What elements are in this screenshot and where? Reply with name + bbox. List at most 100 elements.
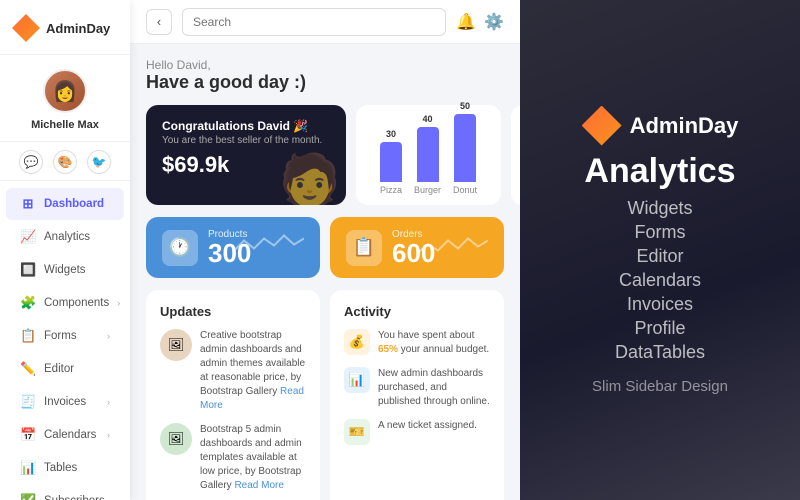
bar-label: Donut (453, 185, 477, 195)
greeting-sub: Hello David, (146, 58, 504, 72)
feature-forms: Forms (615, 222, 705, 243)
highlight: 65% (378, 344, 398, 355)
tables-icon: 📊 (20, 460, 36, 476)
products-icon-box: 🕐 (162, 230, 198, 266)
bar-group-donut: 50 Donut (453, 101, 477, 195)
twitter-icon[interactable]: 🐦 (87, 150, 111, 174)
right-overlay: AdminDay Analytics Widgets Forms Editor … (520, 0, 800, 500)
bar-group-burger: 40 Burger (414, 114, 441, 195)
sidebar-user: 👩 Michelle Max (0, 55, 130, 142)
bar-value: 30 (386, 129, 396, 139)
chevron-right-icon: › (117, 298, 120, 308)
greeting: Hello David, Have a good day :) (146, 58, 504, 93)
chevron-right-icon: › (107, 331, 110, 341)
back-button[interactable]: ‹ (146, 9, 172, 35)
widgets-icon: 🔲 (20, 262, 36, 278)
invoices-icon: 🧾 (20, 394, 36, 410)
feature-profile: Profile (615, 318, 705, 339)
activity-icon-3: 🎫 (344, 419, 370, 445)
orders-stat-card: 📋 Orders 600 (330, 217, 504, 278)
update-item-1: 🖼 Creative bootstrap admin dashboards an… (160, 329, 306, 413)
activity-panel: Activity 💰 You have spent about 65% your… (330, 290, 504, 500)
congrats-card: Congratulations David 🎉 You are the best… (146, 105, 346, 205)
sidebar-item-label: Components (44, 297, 109, 309)
products-stat-card: 🕐 Products 300 (146, 217, 320, 278)
greeting-main: Have a good day :) (146, 72, 504, 93)
sidebar: AdminDay 👩 Michelle Max 💬 🎨 🐦 ⊞ Dashboar… (0, 0, 130, 500)
update-item-2: 🖼 Bootstrap 5 admin dashboards and admin… (160, 423, 306, 493)
user-name: Michelle Max (31, 119, 99, 131)
updates-panel: Updates 🖼 Creative bootstrap admin dashb… (146, 290, 320, 500)
overlay-tagline: Analytics (584, 152, 735, 191)
subscribers-icon: ✅ (20, 493, 36, 500)
settings-icon[interactable]: ⚙️ (484, 12, 504, 32)
sidebar-item-label: Calendars (44, 429, 96, 441)
sidebar-item-analytics[interactable]: 📈 Analytics (6, 221, 124, 253)
sidebar-item-dashboard[interactable]: ⊞ Dashboard (6, 188, 124, 220)
sidebar-item-label: Tables (44, 462, 77, 474)
sidebar-item-components[interactable]: 🧩 Components › (6, 287, 124, 319)
update-avatar-2: 🖼 (160, 423, 192, 455)
wave-decoration (234, 230, 304, 265)
chevron-right-icon: › (107, 397, 110, 407)
dribbble-icon[interactable]: 🎨 (53, 150, 77, 174)
items-sold-card: 📦 600 ITEMS SOLD (511, 105, 520, 205)
editor-icon: ✏️ (20, 361, 36, 377)
bar-label: Burger (414, 185, 441, 195)
activity-item-1: 💰 You have spent about 65% your annual b… (344, 329, 490, 357)
components-icon: 🧩 (20, 295, 36, 311)
read-more-link-2[interactable]: Read More (234, 480, 283, 491)
notification-icon[interactable]: 🔔 (456, 12, 476, 32)
skype-icon[interactable]: 💬 (19, 150, 43, 174)
overlay-logo-text: AdminDay (630, 113, 739, 139)
sidebar-item-label: Subscribers (44, 495, 105, 500)
page-content: Hello David, Have a good day :) Congratu… (130, 44, 520, 500)
activity-text-3: A new ticket assigned. (378, 419, 477, 433)
feature-widgets: Widgets (615, 198, 705, 219)
main-content: ‹ 🔔 ⚙️ Hello David, Have a good day :) C… (130, 0, 520, 500)
feature-invoices: Invoices (615, 294, 705, 315)
analytics-icon: 📈 (20, 229, 36, 245)
sidebar-item-subscribers[interactable]: ✅ Subscribers (6, 485, 124, 500)
activity-icon-2: 📊 (344, 367, 370, 393)
sidebar-item-invoices[interactable]: 🧾 Invoices › (6, 386, 124, 418)
chevron-right-icon: › (107, 430, 110, 440)
activity-text-2: New admin dashboards purchased, and publ… (378, 367, 490, 409)
sidebar-social: 💬 🎨 🐦 (0, 142, 130, 181)
forms-icon: 📋 (20, 328, 36, 344)
sidebar-item-calendars[interactable]: 📅 Calendars › (6, 419, 124, 451)
update-text-2: Bootstrap 5 admin dashboards and admin t… (200, 423, 306, 493)
overlay-slim-text: Slim Sidebar Design (592, 378, 728, 395)
sidebar-item-label: Analytics (44, 231, 90, 243)
sidebar-item-forms[interactable]: 📋 Forms › (6, 320, 124, 352)
sidebar-logo: AdminDay (0, 0, 130, 55)
activity-item-3: 🎫 A new ticket assigned. (344, 419, 490, 445)
sidebar-item-label: Editor (44, 363, 74, 375)
chart-bars: 30 Pizza 40 Burger 50 Donut (370, 115, 487, 195)
sidebar-item-tables[interactable]: 📊 Tables (6, 452, 124, 484)
overlay-features: Widgets Forms Editor Calendars Invoices … (615, 195, 705, 366)
sidebar-item-widgets[interactable]: 🔲 Widgets (6, 254, 124, 286)
bar-label: Pizza (380, 185, 402, 195)
feature-calendars: Calendars (615, 270, 705, 291)
read-more-link-1[interactable]: Read More (200, 386, 304, 411)
bar-group-pizza: 30 Pizza (380, 129, 402, 195)
updates-title: Updates (160, 304, 306, 319)
sidebar-item-label: Dashboard (44, 198, 104, 210)
bar (380, 142, 402, 182)
bar-value: 40 (423, 114, 433, 124)
logo-text: AdminDay (46, 21, 110, 36)
bar (417, 127, 439, 182)
feature-editor: Editor (615, 246, 705, 267)
sidebar-item-label: Widgets (44, 264, 86, 276)
sidebar-item-editor[interactable]: ✏️ Editor (6, 353, 124, 385)
feature-datatables: DataTables (615, 342, 705, 363)
bar (454, 114, 476, 182)
search-input[interactable] (182, 8, 446, 36)
calendars-icon: 📅 (20, 427, 36, 443)
congrats-title: Congratulations David 🎉 (162, 119, 330, 133)
activity-title: Activity (344, 304, 490, 319)
orders-icon: 📋 (353, 237, 375, 258)
update-avatar-1: 🖼 (160, 329, 192, 361)
bar-chart-card: 30 Pizza 40 Burger 50 Donut (356, 105, 501, 205)
